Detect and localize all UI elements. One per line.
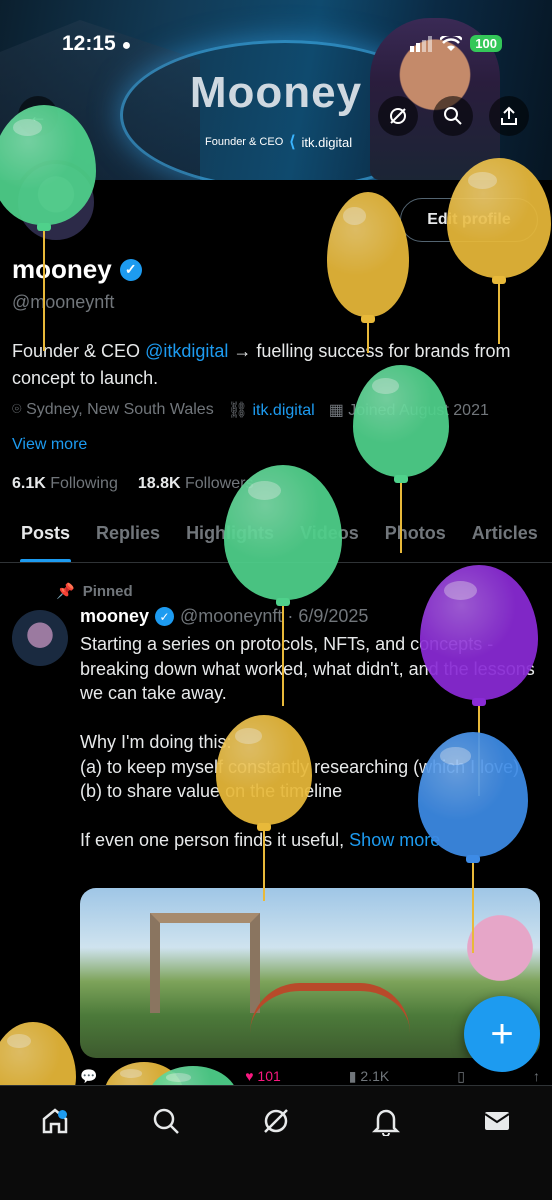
status-bar: 12:15 ● 100: [0, 32, 552, 60]
location-pin-icon: ⌾: [12, 401, 22, 418]
link-icon: ⛓: [227, 402, 249, 419]
post-avatar[interactable]: [12, 610, 68, 666]
grok-button[interactable]: [378, 96, 418, 136]
person-icon: ●: [121, 37, 132, 54]
search-icon: [153, 1108, 179, 1134]
bell-icon: [372, 1109, 401, 1136]
follow-stats: 6.1K Following 18.8K Followers: [12, 475, 253, 493]
verified-badge-icon: ✓: [119, 258, 142, 281]
view-more-link[interactable]: View more: [12, 436, 87, 454]
banner-subtitle: Founder & CEO ⟨ itk.digital: [205, 132, 352, 152]
share-icon: [501, 106, 517, 125]
nav-notifications[interactable]: [356, 1106, 416, 1146]
grok-icon: [390, 108, 406, 124]
balloon-decoration: [447, 158, 551, 350]
balloon-decoration: [0, 105, 96, 357]
tab-replies[interactable]: Replies: [83, 505, 173, 562]
status-right: 100: [410, 35, 502, 52]
battery-indicator: 100: [470, 35, 502, 52]
nav-home[interactable]: [25, 1106, 85, 1146]
signal-icon: [410, 35, 433, 52]
heart-icon: ♥: [245, 1068, 254, 1084]
share-icon: ↑: [532, 1068, 540, 1084]
share-post-button[interactable]: ↑: [533, 1068, 540, 1085]
bookmark-icon: ▯: [457, 1068, 465, 1084]
banner-brand: itk.digital: [301, 134, 353, 150]
pin-icon: 📌: [56, 583, 75, 600]
plus-icon: +: [490, 1011, 514, 1056]
tab-posts[interactable]: Posts: [8, 505, 83, 562]
search-icon: [444, 107, 462, 125]
status-time: 12:15 ●: [62, 32, 132, 55]
post-author[interactable]: mooney: [80, 606, 149, 627]
location: ⌾ Sydney, New South Wales: [12, 401, 214, 418]
tab-articles[interactable]: Articles: [459, 505, 551, 562]
bottom-navigation: [0, 1085, 552, 1200]
torii-gate-art: [150, 913, 260, 1013]
following-stat[interactable]: 6.1K Following: [12, 475, 118, 493]
itk-logo-icon: ⟨: [289, 134, 296, 151]
nav-messages[interactable]: [467, 1106, 527, 1146]
reply-button[interactable]: 💬: [80, 1068, 97, 1085]
balloon-decoration: [216, 715, 312, 907]
balloon-decoration: [353, 365, 449, 559]
balloon-decoration: [327, 192, 409, 359]
wifi-icon: [440, 35, 463, 51]
banner-role: Founder & CEO: [205, 136, 284, 148]
balloon-decoration: [224, 465, 342, 712]
nav-grok[interactable]: [246, 1106, 306, 1146]
bookmark-button[interactable]: ▯: [457, 1068, 465, 1085]
views-icon: ▮: [348, 1068, 357, 1084]
verified-badge-icon: ✓: [155, 607, 175, 626]
mail-icon: [484, 1112, 510, 1130]
views-button[interactable]: ▮ 2.1K: [349, 1068, 389, 1085]
nav-search[interactable]: [136, 1106, 196, 1146]
compose-post-button[interactable]: +: [464, 996, 540, 1072]
search-button[interactable]: [433, 96, 473, 136]
grok-icon: [264, 1109, 288, 1133]
like-button[interactable]: ♥ 101: [245, 1068, 281, 1085]
pinned-label: 📌 Pinned: [56, 582, 133, 601]
share-button[interactable]: [489, 96, 529, 136]
balloon-decoration: [418, 732, 528, 959]
reply-icon: 💬: [80, 1068, 98, 1084]
calendar-icon: ▦: [328, 402, 344, 419]
bio-mention-link[interactable]: @itkdigital: [145, 341, 228, 361]
website[interactable]: ⛓ itk.digital: [228, 400, 315, 420]
bridge-art: [250, 983, 410, 1033]
